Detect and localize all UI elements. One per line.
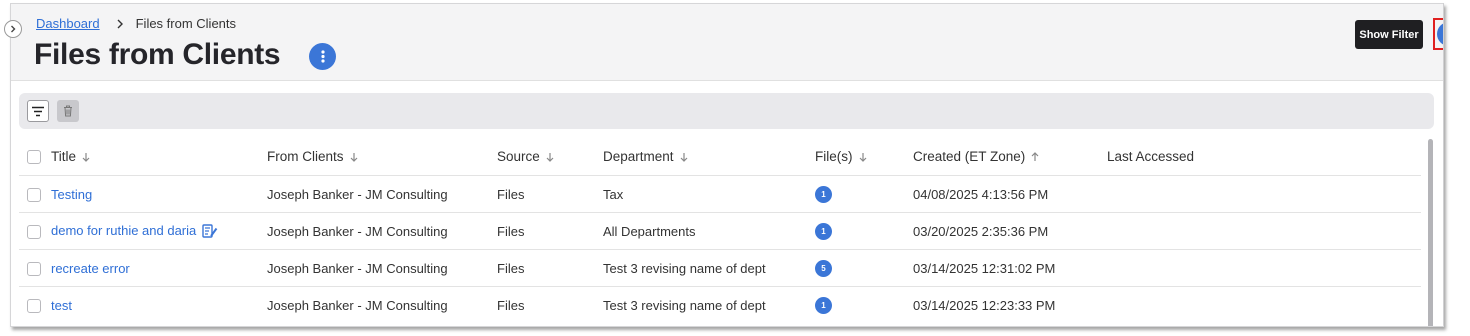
row-from-client: Joseph Banker - JM Consulting [267,175,497,213]
row-created: 03/14/2025 12:31:02 PM [913,249,1107,287]
row-last-accessed [1107,286,1421,323]
select-all-checkbox[interactable] [27,149,41,164]
table-row[interactable]: recreate error Joseph Banker - JM Consul… [19,249,1421,287]
sort-down-arrow-icon [350,152,357,162]
outer-scroll-track [1443,3,1444,325]
file-count-badge[interactable]: 5 [815,259,832,277]
table-row[interactable]: Testing Joseph Banker - JM Consulting Fi… [19,175,1421,213]
row-checkbox[interactable] [27,298,41,313]
row-department: Test 3 revising name of dept [603,249,815,287]
row-from-client: Joseph Banker - JM Consulting [267,212,497,250]
files-table: Title From Clients Source Department Fil… [19,137,1421,323]
delete-button[interactable] [57,100,79,122]
main-panel: Dashboard Files from Clients Files from … [10,3,1444,327]
row-source: Files [497,175,603,213]
show-filter-button[interactable]: Show Filter [1355,20,1423,49]
file-count-badge[interactable]: 1 [815,296,832,314]
breadcrumb: Dashboard Files from Clients [36,16,236,31]
row-title-link[interactable]: Testing [51,187,92,202]
page-header: Dashboard Files from Clients Files from … [21,4,1443,80]
trash-icon [64,105,72,117]
row-checkbox[interactable] [27,187,41,202]
row-last-accessed [1107,175,1421,213]
table-row[interactable]: demo for ruthie and daria Joseph Banker … [19,212,1421,250]
row-department: All Departments [603,212,815,250]
breadcrumb-current: Files from Clients [135,16,237,31]
breadcrumb-dashboard-link[interactable]: Dashboard [36,16,100,31]
table-toolbar [19,93,1434,129]
column-header-from-clients[interactable]: From Clients [267,137,497,176]
column-header-source[interactable]: Source [497,137,603,176]
sort-down-arrow-icon [82,152,90,162]
sort-down-arrow-icon [859,152,866,162]
sidebar-toggle-button[interactable] [4,20,22,38]
row-created: 03/14/2025 12:23:33 PM [913,286,1107,323]
file-count-badge[interactable]: 1 [815,222,832,240]
column-header-files[interactable]: File(s) [815,137,913,176]
vertical-scrollbar[interactable] [1428,139,1433,326]
row-source: Files [497,249,603,287]
column-header-department[interactable]: Department [603,137,815,176]
row-department: Tax [603,175,815,213]
sort-up-arrow-icon [1031,152,1039,161]
row-department: Test 3 revising name of dept [603,286,815,323]
chevron-right-icon [116,19,124,29]
row-checkbox[interactable] [27,261,41,276]
content-area: Title From Clients Source Department Fil… [11,80,1443,326]
row-title-link[interactable]: demo for ruthie and daria [51,223,196,238]
more-vertical-icon [320,50,325,63]
title-menu-button[interactable] [309,43,336,70]
column-header-last-accessed[interactable]: Last Accessed [1107,137,1421,176]
table-row[interactable]: test Joseph Banker - JM Consulting Files… [19,286,1421,323]
row-created: 03/20/2025 2:35:36 PM [913,212,1107,250]
filter-lines-icon [32,106,44,116]
row-last-accessed [1107,249,1421,287]
sort-down-arrow-icon [546,152,554,162]
sort-down-arrow-icon [680,152,687,162]
row-title-link[interactable]: recreate error [51,261,130,276]
chevron-right-icon [11,25,16,33]
row-source: Files [497,286,603,323]
row-created: 04/08/2025 4:13:56 PM [913,175,1107,213]
file-count-badge[interactable]: 1 [815,185,832,203]
table-header-row: Title From Clients Source Department Fil… [19,137,1421,176]
filter-button[interactable] [27,100,49,122]
row-last-accessed [1107,212,1421,250]
row-from-client: Joseph Banker - JM Consulting [267,249,497,287]
row-title-link[interactable]: test [51,298,72,313]
column-header-created[interactable]: Created (ET Zone) [913,137,1107,176]
row-checkbox[interactable] [27,224,41,239]
column-header-title[interactable]: Title [51,137,267,176]
app-frame: Dashboard Files from Clients Files from … [0,0,1466,330]
row-source: Files [497,212,603,250]
page-title: Files from Clients [34,38,281,71]
row-from-client: Joseph Banker - JM Consulting [267,286,497,323]
edit-note-icon[interactable] [202,224,218,239]
